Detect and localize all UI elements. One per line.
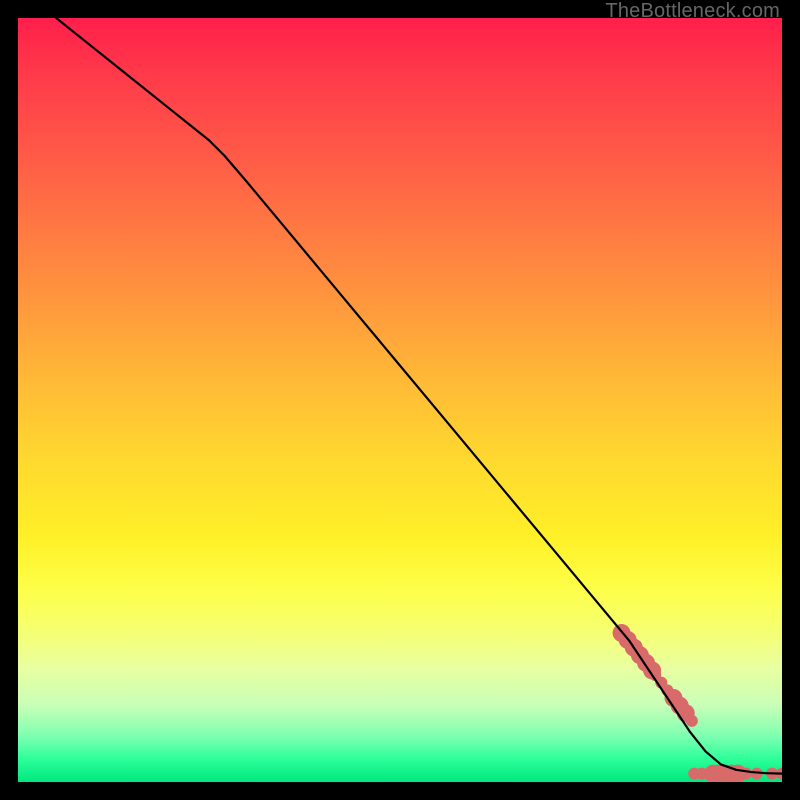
curve-line xyxy=(56,18,782,774)
chart-frame: TheBottleneck.com xyxy=(0,0,800,800)
chart-overlay xyxy=(18,18,782,782)
markers-layer xyxy=(613,624,782,782)
data-point xyxy=(740,768,752,780)
plot-area xyxy=(18,18,782,782)
data-point xyxy=(686,715,698,727)
